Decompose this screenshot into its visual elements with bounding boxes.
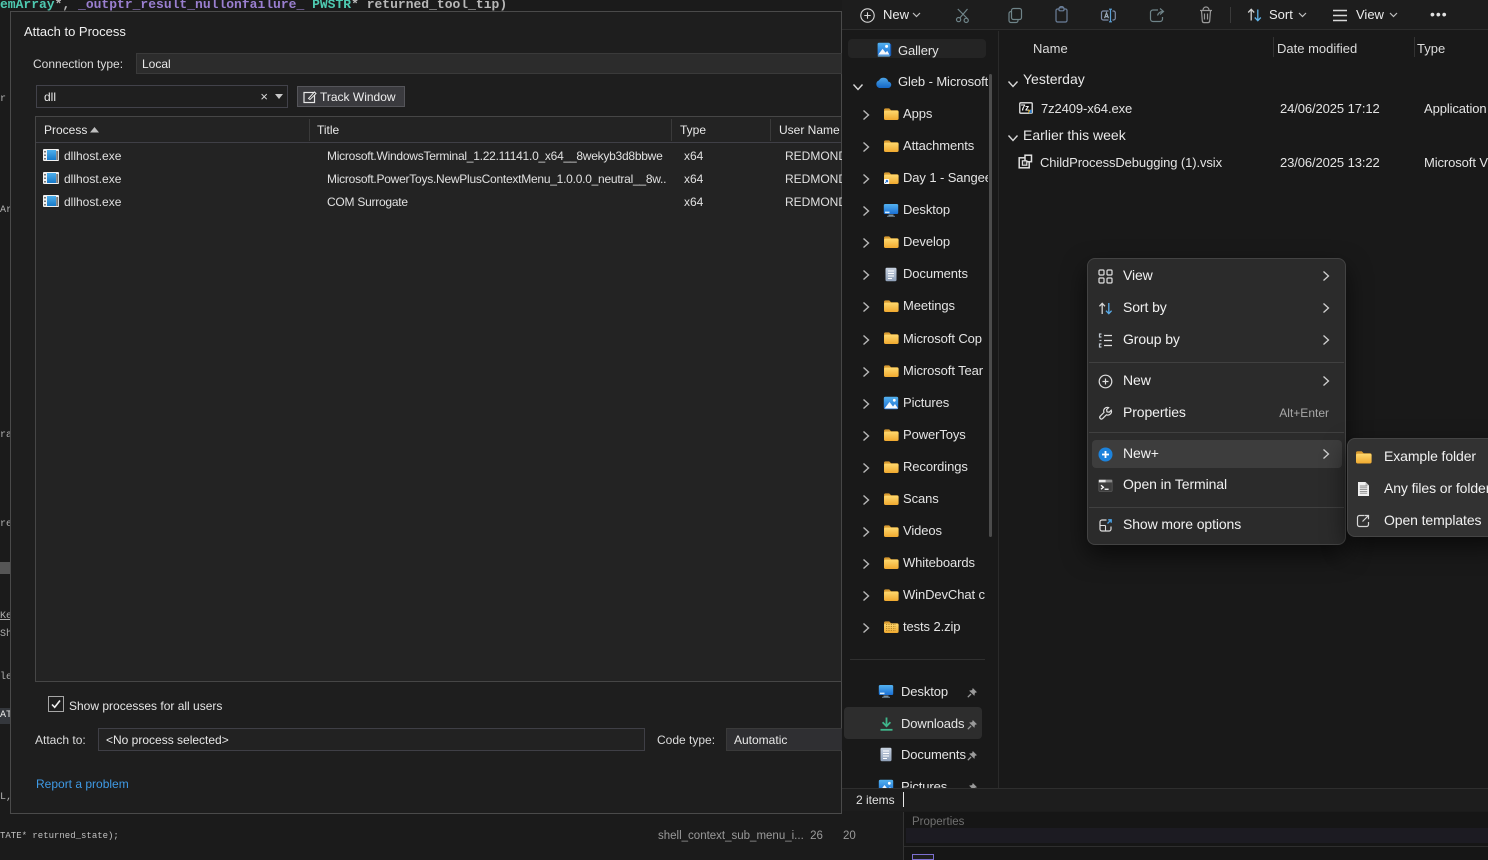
- svg-text:7z: 7z: [1021, 103, 1029, 113]
